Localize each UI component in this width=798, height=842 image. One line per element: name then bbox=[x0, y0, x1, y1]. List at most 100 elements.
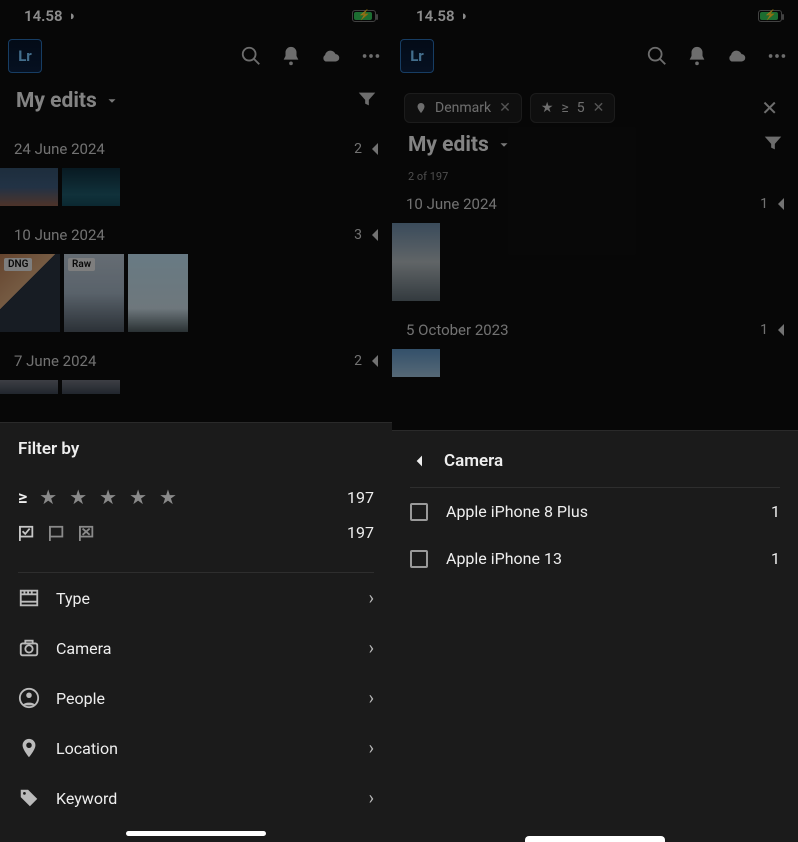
filter-keyword-row[interactable]: Keyword › bbox=[18, 773, 374, 823]
star-icon[interactable]: ★ bbox=[129, 485, 147, 509]
chevron-left-icon bbox=[370, 143, 380, 155]
thumbnail-row bbox=[392, 347, 798, 381]
more-icon[interactable] bbox=[360, 45, 382, 67]
star-icon[interactable]: ★ bbox=[69, 485, 87, 509]
date-group-header[interactable]: 24 June 2024 2 bbox=[0, 124, 392, 166]
thumbnail-row bbox=[392, 221, 798, 305]
status-bar: 14.58 ◗ ⚡ bbox=[392, 0, 798, 28]
filter-flag-row[interactable]: 197 bbox=[18, 523, 374, 556]
chevron-down-icon bbox=[105, 94, 119, 108]
status-time: 14.58 bbox=[24, 7, 63, 25]
thumbnail-row bbox=[0, 166, 392, 210]
battery-charging-icon: ⚡ bbox=[352, 10, 376, 22]
lightroom-logo[interactable]: Lr bbox=[8, 39, 42, 73]
cloud-icon[interactable] bbox=[320, 45, 342, 67]
chevron-right-icon: › bbox=[369, 788, 374, 809]
date-group-count: 2 bbox=[354, 141, 362, 157]
notifications-icon[interactable] bbox=[686, 45, 708, 67]
camera-option-count: 1 bbox=[771, 549, 780, 568]
flag-count: 197 bbox=[347, 523, 374, 542]
more-icon[interactable] bbox=[766, 45, 788, 67]
gte-icon: ≥ bbox=[18, 487, 27, 508]
star-icon[interactable]: ★ bbox=[99, 485, 117, 509]
lightroom-logo[interactable]: Lr bbox=[400, 39, 434, 73]
filter-people-row[interactable]: People › bbox=[18, 673, 374, 723]
chevron-left-icon bbox=[370, 229, 380, 241]
star-icon[interactable]: ★ bbox=[39, 485, 57, 509]
notifications-icon[interactable] bbox=[280, 45, 302, 67]
thumbnail[interactable]: DNG bbox=[0, 254, 60, 332]
date-group-count: 1 bbox=[760, 196, 768, 212]
thumbnail[interactable] bbox=[0, 380, 58, 394]
done-button[interactable] bbox=[525, 836, 665, 842]
rating-count: 197 bbox=[347, 488, 374, 507]
raw-badge: Raw bbox=[68, 258, 95, 271]
library-title-label: My edits bbox=[408, 133, 489, 157]
location-chip[interactable]: Denmark ✕ bbox=[404, 93, 522, 123]
checkbox[interactable] bbox=[410, 550, 428, 568]
sheet-title-label: Camera bbox=[444, 451, 503, 471]
chevron-right-icon: › bbox=[369, 688, 374, 709]
chip-remove-icon[interactable]: ✕ bbox=[499, 100, 511, 116]
dng-badge: DNG bbox=[4, 258, 32, 271]
date-group-header[interactable]: 10 June 2024 1 bbox=[392, 191, 798, 221]
location-pin-icon bbox=[18, 737, 40, 759]
thumbnail[interactable] bbox=[62, 380, 120, 394]
status-time: 14.58 bbox=[416, 7, 455, 25]
date-group-count: 3 bbox=[354, 227, 362, 243]
thumbnail[interactable] bbox=[62, 168, 120, 206]
filter-type-label: Type bbox=[56, 589, 90, 608]
home-indicator[interactable] bbox=[126, 831, 266, 836]
camera-filter-sheet: Camera Apple iPhone 8 Plus 1 Apple iPhon… bbox=[392, 430, 798, 842]
filter-camera-row[interactable]: Camera › bbox=[18, 623, 374, 673]
library-title-button[interactable]: My edits bbox=[16, 89, 119, 113]
library-title-button[interactable]: My edits bbox=[408, 133, 511, 157]
filter-keyword-label: Keyword bbox=[56, 789, 117, 808]
date-group-label: 10 June 2024 bbox=[14, 226, 105, 244]
search-icon[interactable] bbox=[646, 45, 668, 67]
filter-icon[interactable] bbox=[356, 88, 378, 114]
filter-location-row[interactable]: Location › bbox=[18, 723, 374, 773]
thumbnail-row: DNG Raw bbox=[0, 252, 392, 336]
rating-chip-op: ≥ bbox=[561, 100, 568, 116]
checkbox[interactable] bbox=[410, 503, 428, 521]
camera-icon bbox=[18, 637, 40, 659]
filter-type-row[interactable]: Type › bbox=[18, 573, 374, 623]
camera-option-label: Apple iPhone 8 Plus bbox=[446, 502, 588, 521]
status-bar: 14.58 ◗ ⚡ bbox=[0, 0, 392, 28]
star-icon: ★ bbox=[541, 100, 554, 116]
cloud-icon[interactable] bbox=[726, 45, 748, 67]
clear-filters-icon[interactable]: ✕ bbox=[753, 92, 786, 124]
chevron-left-icon bbox=[776, 324, 786, 336]
thumbnail[interactable] bbox=[128, 254, 188, 332]
date-group-header[interactable]: 10 June 2024 3 bbox=[0, 210, 392, 252]
do-not-disturb-icon: ◗ bbox=[69, 8, 77, 24]
search-icon[interactable] bbox=[240, 45, 262, 67]
flag-rejected-icon[interactable] bbox=[78, 525, 96, 541]
date-group-header[interactable]: 5 October 2023 1 bbox=[392, 305, 798, 347]
library-title-row: My edits bbox=[392, 132, 798, 168]
rating-chip[interactable]: ★ ≥ 5 ✕ bbox=[530, 93, 616, 123]
app-header: Lr bbox=[0, 28, 392, 84]
date-group-header[interactable]: 7 June 2024 2 bbox=[0, 336, 392, 378]
chip-remove-icon[interactable]: ✕ bbox=[593, 100, 605, 116]
battery-charging-icon: ⚡ bbox=[758, 10, 782, 22]
chevron-right-icon: › bbox=[369, 638, 374, 659]
thumbnail[interactable]: Raw bbox=[64, 254, 124, 332]
thumbnail[interactable] bbox=[0, 168, 58, 206]
thumbnail[interactable] bbox=[392, 349, 440, 377]
chevron-right-icon: › bbox=[369, 588, 374, 609]
library-title-label: My edits bbox=[16, 89, 97, 113]
back-button[interactable] bbox=[410, 453, 430, 469]
chevron-right-icon: › bbox=[369, 738, 374, 759]
camera-option-row[interactable]: Apple iPhone 13 1 bbox=[410, 535, 780, 582]
do-not-disturb-icon: ◗ bbox=[461, 8, 469, 24]
thumbnail[interactable] bbox=[392, 223, 440, 301]
screenshot-right: 14.58 ◗ ⚡ Lr bbox=[392, 0, 798, 842]
flag-picked-icon[interactable] bbox=[18, 525, 36, 541]
star-icon[interactable]: ★ bbox=[159, 485, 177, 509]
camera-option-row[interactable]: Apple iPhone 8 Plus 1 bbox=[410, 488, 780, 535]
filter-rating-row[interactable]: ≥ ★ ★ ★ ★ ★ 197 bbox=[18, 471, 374, 523]
filter-icon[interactable] bbox=[762, 132, 784, 158]
flag-unflagged-icon[interactable] bbox=[48, 525, 66, 541]
